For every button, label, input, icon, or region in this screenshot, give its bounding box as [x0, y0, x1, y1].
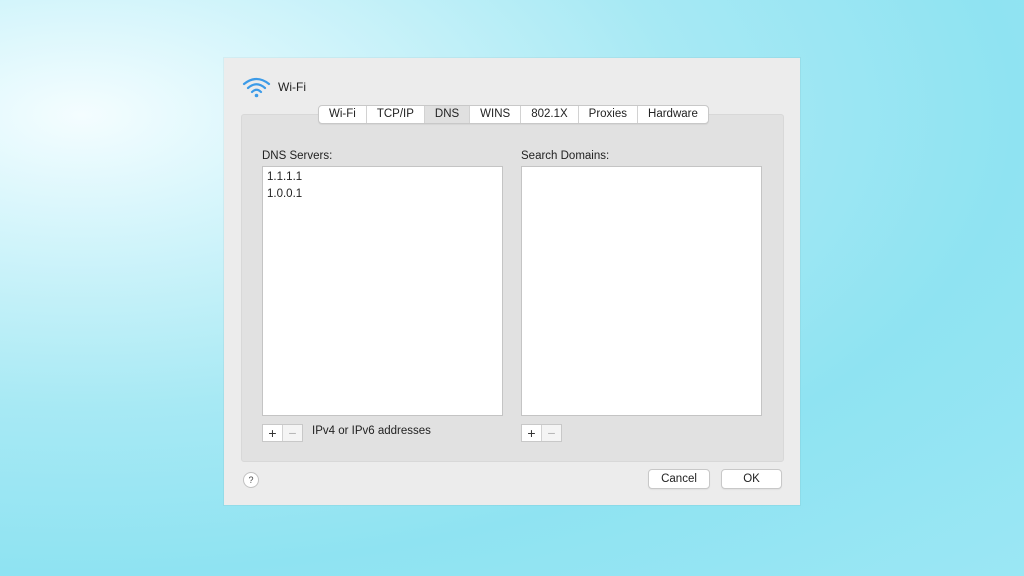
tab-dns[interactable]: DNS: [423, 106, 470, 123]
cancel-button[interactable]: Cancel: [648, 469, 710, 489]
tab-wifi[interactable]: Wi-Fi: [319, 106, 366, 123]
search-domains-list[interactable]: [521, 166, 762, 416]
tab-wins[interactable]: WINS: [469, 106, 520, 123]
window-title: Wi-Fi: [278, 80, 306, 94]
dns-servers-list[interactable]: 1.1.1.1 1.0.0.1: [262, 166, 503, 416]
add-search-domain-button[interactable]: +: [522, 425, 541, 441]
search-domains-label: Search Domains:: [521, 150, 610, 162]
add-dns-server-button[interactable]: +: [263, 425, 282, 441]
tab-bar: Wi-Fi TCP/IP DNS WINS 802.1X Proxies Har…: [318, 105, 709, 124]
tab-hardware[interactable]: Hardware: [637, 106, 708, 123]
tab-8021x[interactable]: 802.1X: [520, 106, 577, 123]
list-item[interactable]: 1.0.0.1: [263, 184, 502, 201]
tab-proxies[interactable]: Proxies: [577, 106, 637, 123]
network-settings-dialog: Wi-Fi Wi-Fi TCP/IP DNS WINS 802.1X Proxi…: [224, 58, 800, 505]
remove-dns-server-button[interactable]: −: [282, 425, 302, 441]
remove-search-domain-button[interactable]: −: [541, 425, 561, 441]
dialog-header: Wi-Fi: [242, 76, 306, 98]
list-item[interactable]: 1.1.1.1: [263, 167, 502, 184]
tab-tcpip[interactable]: TCP/IP: [365, 106, 424, 123]
dns-servers-hint: IPv4 or IPv6 addresses: [312, 425, 431, 437]
tab-content-panel: DNS Servers: 1.1.1.1 1.0.0.1 + − IPv4 or…: [241, 114, 784, 462]
wifi-icon: [242, 77, 271, 98]
search-domains-buttons: + −: [521, 424, 562, 442]
dns-servers-buttons: + −: [262, 424, 303, 442]
ok-button[interactable]: OK: [721, 469, 782, 489]
dns-servers-label: DNS Servers:: [262, 150, 333, 162]
help-button[interactable]: ?: [243, 472, 259, 488]
